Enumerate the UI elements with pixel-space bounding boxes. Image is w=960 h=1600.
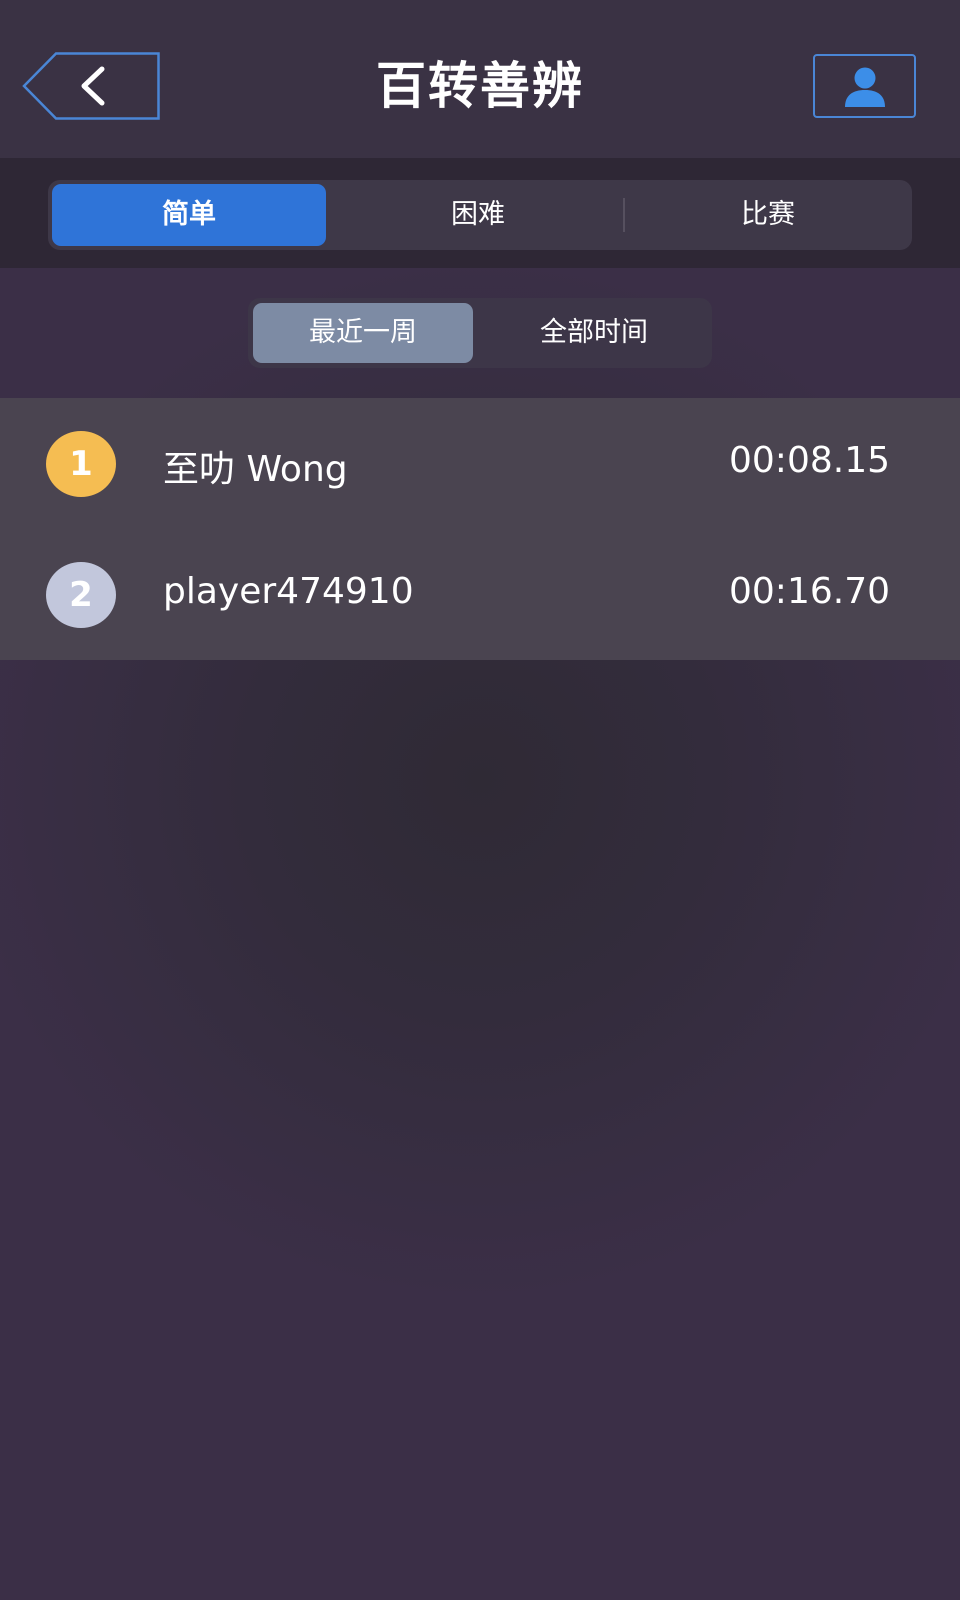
player-time: 00:08.15 xyxy=(729,440,890,481)
user-icon xyxy=(845,67,885,107)
player-name: 至叻 Wong xyxy=(163,449,348,490)
tab-competition-label: 比赛 xyxy=(741,199,795,230)
tab-all-time-label: 全部时间 xyxy=(540,317,648,348)
tab-hard-label: 困难 xyxy=(451,199,505,230)
rank-badge-gold: 1 xyxy=(46,431,116,497)
time-range-segmented-control: 最近一周 全部时间 xyxy=(248,298,712,368)
top-bar: 百转善辨 xyxy=(0,0,960,158)
tab-easy[interactable]: 简单 xyxy=(52,184,326,246)
tab-easy-label: 简单 xyxy=(162,199,216,230)
difficulty-tab-bar: 简单 困难 比赛 xyxy=(0,158,960,268)
tab-hard[interactable]: 困难 xyxy=(336,180,620,250)
rank-badge-silver: 2 xyxy=(46,562,116,628)
leaderboard-row[interactable]: 1 至叻 Wong 00:08.15 xyxy=(0,398,960,529)
player-name: player474910 xyxy=(163,571,414,612)
tab-last-week-label: 最近一周 xyxy=(309,317,417,348)
profile-button[interactable] xyxy=(813,54,916,118)
tab-competition[interactable]: 比赛 xyxy=(626,180,910,250)
difficulty-segmented-control: 简单 困难 比赛 xyxy=(48,180,912,250)
tab-last-week[interactable]: 最近一周 xyxy=(253,303,473,363)
tab-divider xyxy=(623,198,625,232)
leaderboard-list: 1 至叻 Wong 00:08.15 2 player474910 00:16.… xyxy=(0,398,960,660)
leaderboard-row[interactable]: 2 player474910 00:16.70 xyxy=(0,529,960,660)
player-time: 00:16.70 xyxy=(729,571,890,612)
tab-all-time[interactable]: 全部时间 xyxy=(484,298,704,368)
